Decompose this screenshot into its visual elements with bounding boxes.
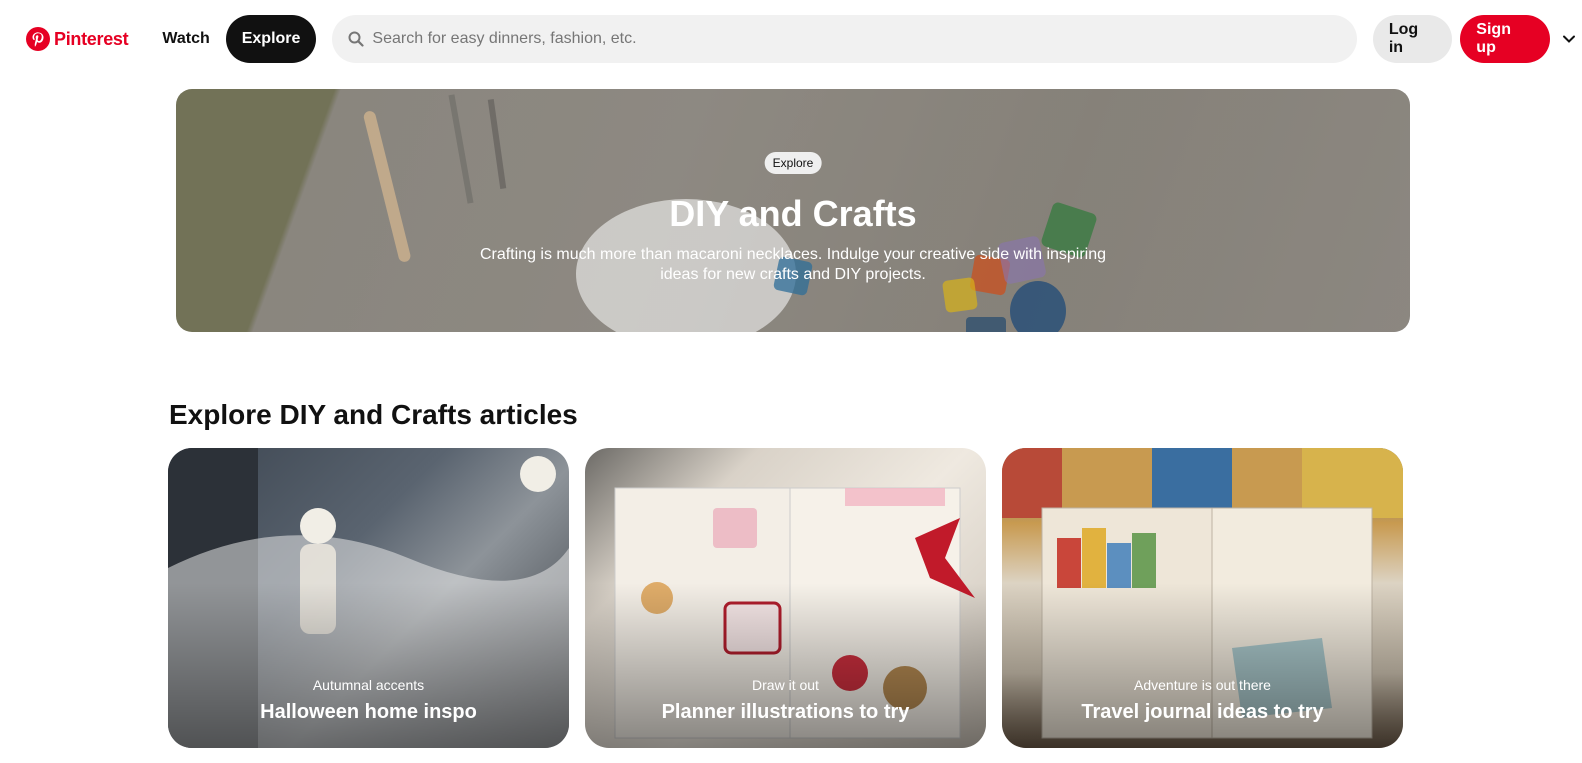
- search-icon: [348, 31, 365, 47]
- article-cards: Autumnal accents Halloween home inspo Dr…: [168, 448, 1403, 748]
- hero-title: DIY and Crafts: [669, 193, 917, 234]
- card-title: Travel journal ideas to try: [1081, 701, 1324, 723]
- top-header: Pinterest Watch Explore Log in Sign up: [0, 0, 1582, 78]
- login-button[interactable]: Log in: [1372, 15, 1453, 63]
- card-subtitle: Draw it out: [752, 677, 819, 693]
- signup-button[interactable]: Sign up: [1460, 15, 1551, 63]
- pinterest-logo-icon: [26, 27, 50, 51]
- logo-text: Pinterest: [54, 28, 129, 49]
- section-title: Explore DIY and Crafts articles: [169, 399, 578, 430]
- article-card-planner[interactable]: Draw it out Planner illustrations to try: [585, 448, 986, 748]
- hero-banner: Explore DIY and Crafts Crafting is much …: [176, 89, 1410, 332]
- article-card-travel[interactable]: Adventure is out there Travel journal id…: [1002, 448, 1403, 748]
- nav-watch[interactable]: Watch: [146, 15, 225, 63]
- card-title: Halloween home inspo: [260, 701, 477, 723]
- card-subtitle: Adventure is out there: [1134, 677, 1271, 693]
- card-subtitle: Autumnal accents: [312, 677, 425, 693]
- chevron-down-icon[interactable]: [1556, 26, 1582, 52]
- search-input[interactable]: [372, 30, 1333, 48]
- card-title: Planner illustrations to try: [661, 701, 910, 723]
- nav-explore[interactable]: Explore: [225, 15, 317, 63]
- article-card-halloween[interactable]: Autumnal accents Halloween home inspo: [168, 448, 569, 748]
- pinterest-logo[interactable]: Pinterest: [26, 27, 129, 51]
- explore-badge: Explore: [764, 152, 822, 174]
- hero-description: Crafting is much more than macaroni neck…: [479, 246, 1107, 283]
- search-bar[interactable]: [332, 15, 1357, 63]
